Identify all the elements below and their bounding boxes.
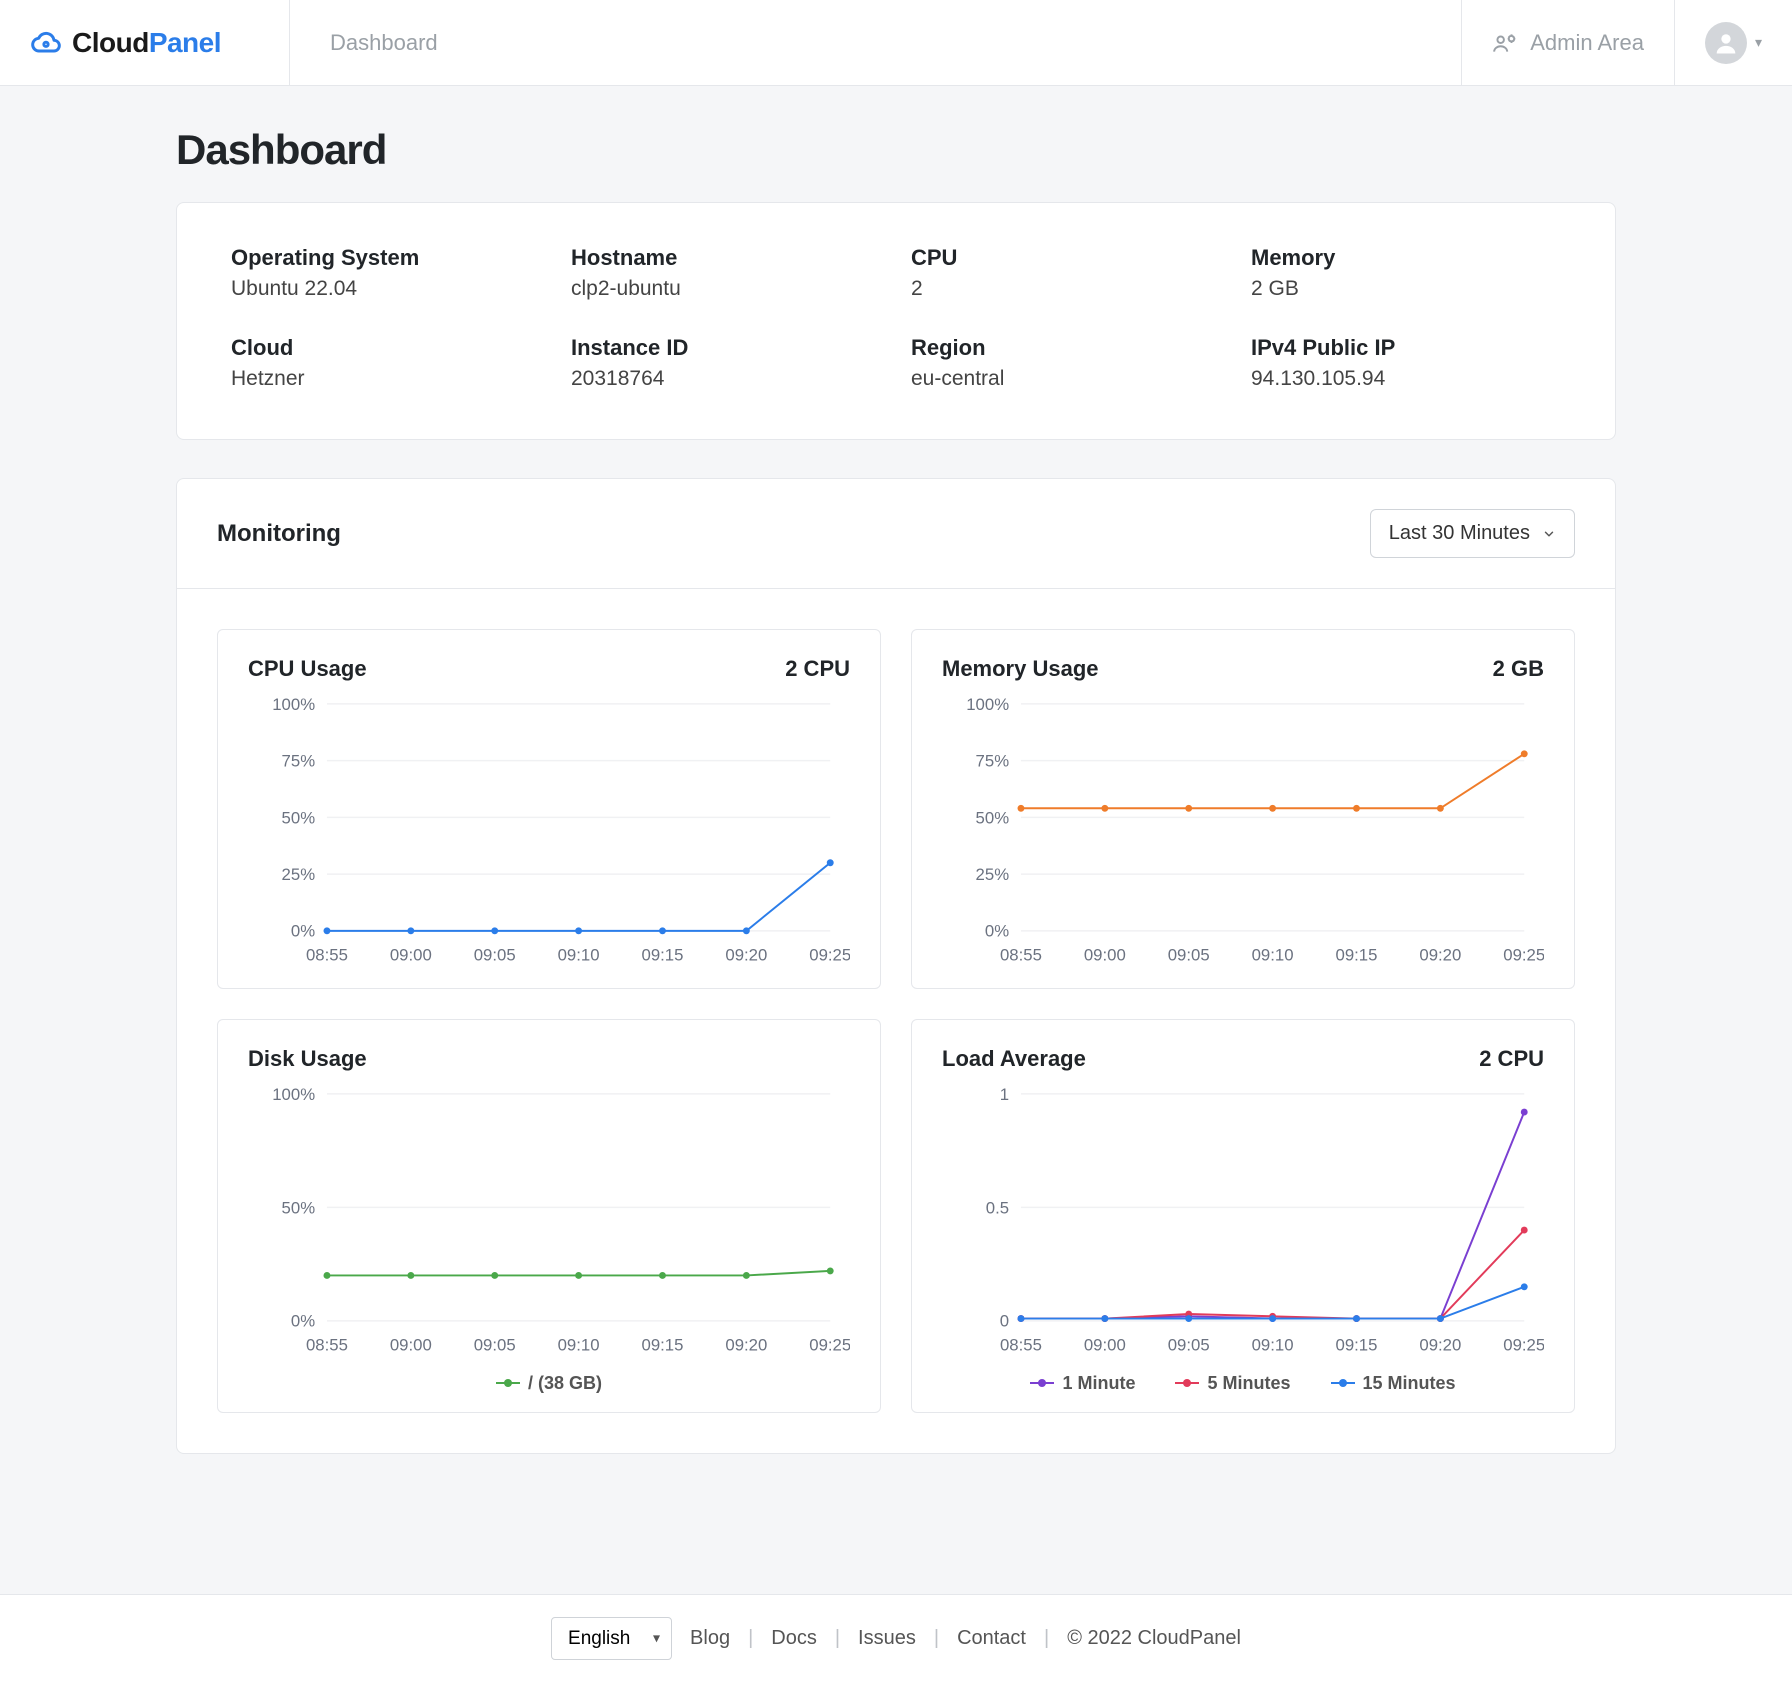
svg-text:09:00: 09:00 — [1084, 945, 1126, 964]
disk-legend: / (38 GB) — [248, 1373, 850, 1394]
info-hostname: Hostnameclp2-ubuntu — [571, 245, 881, 301]
svg-text:75%: 75% — [976, 752, 1010, 771]
svg-text:100%: 100% — [966, 695, 1009, 714]
system-info-card: Operating SystemUbuntu 22.04 Hostnameclp… — [176, 202, 1616, 440]
svg-text:09:25: 09:25 — [809, 945, 850, 964]
footer-copyright: © 2022 CloudPanel — [1067, 1627, 1241, 1650]
svg-text:09:25: 09:25 — [1503, 1336, 1544, 1355]
svg-text:50%: 50% — [976, 808, 1010, 827]
svg-text:09:05: 09:05 — [474, 1336, 516, 1355]
svg-text:75%: 75% — [282, 752, 316, 771]
svg-text:09:00: 09:00 — [390, 1336, 432, 1355]
disk-usage-chart: Disk Usage 0%50%100%08:5509:0009:0509:10… — [217, 1019, 881, 1412]
svg-text:50%: 50% — [282, 808, 316, 827]
memory-usage-chart: Memory Usage2 GB 0%25%50%75%100%08:5509:… — [911, 629, 1575, 989]
svg-text:09:10: 09:10 — [558, 945, 600, 964]
svg-text:09:00: 09:00 — [390, 945, 432, 964]
svg-text:0%: 0% — [985, 922, 1009, 941]
cloud-icon — [30, 27, 62, 59]
svg-text:09:05: 09:05 — [1168, 945, 1210, 964]
svg-text:08:55: 08:55 — [306, 1336, 348, 1355]
time-range-dropdown[interactable]: Last 30 Minutes — [1370, 509, 1575, 558]
svg-text:08:55: 08:55 — [1000, 945, 1042, 964]
info-os: Operating SystemUbuntu 22.04 — [231, 245, 541, 301]
chevron-down-icon — [1542, 527, 1556, 541]
cpu-usage-chart: CPU Usage2 CPU 0%25%50%75%100%08:5509:00… — [217, 629, 881, 989]
info-cloud: CloudHetzner — [231, 335, 541, 391]
monitoring-title: Monitoring — [217, 520, 341, 548]
logo[interactable]: CloudPanel — [0, 0, 290, 85]
svg-text:09:20: 09:20 — [725, 945, 767, 964]
footer-issues[interactable]: Issues — [858, 1627, 916, 1650]
svg-text:09:25: 09:25 — [1503, 945, 1544, 964]
svg-text:50%: 50% — [282, 1199, 316, 1218]
time-range-label: Last 30 Minutes — [1389, 522, 1530, 545]
svg-text:08:55: 08:55 — [306, 945, 348, 964]
admin-area-link[interactable]: Admin Area — [1461, 0, 1674, 85]
svg-text:09:10: 09:10 — [1252, 1336, 1294, 1355]
info-memory: Memory2 GB — [1251, 245, 1561, 301]
footer-docs[interactable]: Docs — [771, 1627, 817, 1650]
svg-text:08:55: 08:55 — [1000, 1336, 1042, 1355]
footer-contact[interactable]: Contact — [957, 1627, 1026, 1650]
info-cpu: CPU2 — [911, 245, 1221, 301]
svg-text:0%: 0% — [291, 922, 315, 941]
footer-blog[interactable]: Blog — [690, 1627, 730, 1650]
svg-text:09:15: 09:15 — [1336, 945, 1378, 964]
info-public-ip: IPv4 Public IP94.130.105.94 — [1251, 335, 1561, 391]
svg-text:09:10: 09:10 — [558, 1336, 600, 1355]
svg-text:1: 1 — [1000, 1085, 1009, 1104]
svg-text:09:05: 09:05 — [1168, 1336, 1210, 1355]
svg-text:09:05: 09:05 — [474, 945, 516, 964]
admin-area-label: Admin Area — [1530, 30, 1644, 56]
svg-text:09:15: 09:15 — [1336, 1336, 1378, 1355]
logo-text: CloudPanel — [72, 27, 221, 59]
svg-text:09:20: 09:20 — [1419, 1336, 1461, 1355]
user-menu[interactable]: ▾ — [1674, 0, 1792, 85]
svg-text:09:20: 09:20 — [725, 1336, 767, 1355]
monitoring-card: Monitoring Last 30 Minutes CPU Usage2 CP… — [176, 478, 1616, 1454]
topbar: CloudPanel Dashboard Admin Area ▾ — [0, 0, 1792, 86]
svg-text:09:00: 09:00 — [1084, 1336, 1126, 1355]
main-nav: Dashboard — [290, 30, 1461, 56]
page-title: Dashboard — [176, 126, 1616, 174]
language-select[interactable]: English — [551, 1617, 672, 1660]
svg-text:09:15: 09:15 — [642, 945, 684, 964]
svg-text:09:15: 09:15 — [642, 1336, 684, 1355]
info-instance-id: Instance ID20318764 — [571, 335, 881, 391]
svg-text:0: 0 — [1000, 1312, 1009, 1331]
svg-text:09:10: 09:10 — [1252, 945, 1294, 964]
footer: English Blog| Docs| Issues| Contact| © 2… — [0, 1594, 1792, 1682]
svg-text:0.5: 0.5 — [986, 1199, 1009, 1218]
svg-text:100%: 100% — [272, 1085, 315, 1104]
chevron-down-icon: ▾ — [1755, 34, 1762, 51]
load-average-chart: Load Average2 CPU 00.5108:5509:0009:0509… — [911, 1019, 1575, 1412]
info-region: Regioneu-central — [911, 335, 1221, 391]
svg-text:100%: 100% — [272, 695, 315, 714]
load-legend: 1 Minute 5 Minutes 15 Minutes — [942, 1373, 1544, 1394]
svg-text:0%: 0% — [291, 1312, 315, 1331]
admin-gear-icon — [1492, 30, 1518, 56]
svg-text:09:25: 09:25 — [809, 1336, 850, 1355]
svg-text:09:20: 09:20 — [1419, 945, 1461, 964]
svg-text:25%: 25% — [976, 865, 1010, 884]
avatar-icon — [1705, 22, 1747, 64]
nav-dashboard[interactable]: Dashboard — [330, 30, 438, 56]
svg-text:25%: 25% — [282, 865, 316, 884]
